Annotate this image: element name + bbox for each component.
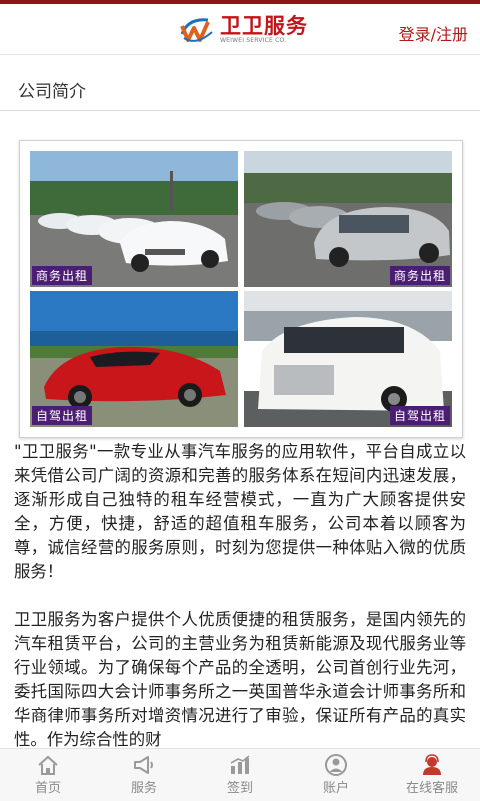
photo-tag: 商务出租 [32,266,93,285]
tab-account[interactable]: 账户 [288,749,384,801]
login-register-link[interactable]: 登录/注册 [399,21,468,45]
tab-home[interactable]: 首页 [0,749,96,801]
logo-title: 卫卫服务 [220,14,308,38]
user-icon [325,754,347,776]
photo-tag: 自驾出租 [389,406,450,425]
photo-selfdrive-red-car: 自驾出租 [30,291,238,427]
photo-tag: 自驾出租 [32,406,93,425]
photo-business-minivans: 商务出租 [244,151,452,287]
tab-label: 首页 [34,781,61,796]
company-intro-article: "卫卫服务"一款专业从事汽车服务的应用软件，平台自成立以来凭借公司广阔的资源和完… [14,440,466,776]
intro-paragraph: "卫卫服务"一款专业从事汽车服务的应用软件，平台自成立以来凭借公司广阔的资源和完… [14,442,466,581]
app-header: 卫卫服务 WEIWEI SERVICE CO. 登录/注册 [0,4,480,55]
tab-label: 服务 [130,781,157,796]
tab-service[interactable]: 服务 [96,749,192,801]
logo-swoosh-icon [178,14,216,46]
tab-label: 签到 [226,781,253,796]
tab-checkin[interactable]: 签到 [192,749,288,801]
home-icon [38,755,58,775]
photo-business-sedans: 商务出租 [30,151,238,287]
support-agent-icon [423,754,441,775]
bottom-tab-bar: 首页 服务 签到 账户 在线客服 [0,748,480,801]
chart-icon [230,755,250,774]
section-header: 公司简介 [0,66,480,111]
photo-selfdrive-white-mpv: 自驾出租 [244,291,452,427]
brand-logo[interactable]: 卫卫服务 WEIWEI SERVICE CO. [178,12,308,48]
tab-online-support[interactable]: 在线客服 [384,749,480,801]
section-title: 公司简介 [18,82,86,102]
photo-tag: 商务出租 [389,266,450,285]
megaphone-icon [134,756,153,774]
tab-label: 账户 [322,781,349,796]
tab-label: 在线客服 [405,781,458,796]
intro-paragraph: 卫卫服务为客户提供个人优质便捷的租赁服务，是国内领先的汽车租赁平台，公司的主营业… [14,610,466,749]
logo-subtitle: WEIWEI SERVICE CO. [220,37,287,44]
car-photo-collage: 商务出租 商务出租 自驾出租 自驾出租 [19,140,463,438]
